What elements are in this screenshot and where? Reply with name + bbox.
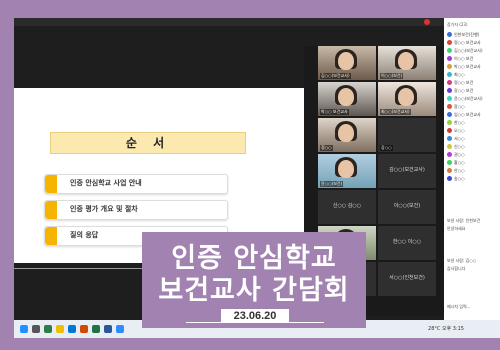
agenda-marker-icon — [45, 227, 57, 245]
record-indicator-icon — [424, 19, 430, 25]
avatar — [447, 160, 452, 165]
agenda-marker-icon — [45, 201, 57, 219]
participant-row[interactable]: 정○○ 보건 — [447, 80, 497, 86]
avatar — [447, 32, 452, 37]
video-tile[interactable]: 서○○(인천보건) — [378, 262, 436, 296]
app-icon[interactable] — [44, 325, 52, 333]
slide-title: 순 서 — [50, 132, 246, 154]
excel-icon[interactable] — [92, 325, 100, 333]
avatar — [447, 176, 452, 181]
participant-row[interactable]: 안○○ — [447, 168, 497, 174]
participant-row[interactable]: 인천보건(진행) — [447, 32, 497, 38]
participant-row[interactable]: 오○○ — [447, 128, 497, 134]
word-icon[interactable] — [104, 325, 112, 333]
avatar — [447, 40, 452, 45]
video-tile[interactable]: 이○○(보건) — [378, 190, 436, 224]
agenda-label: 인증 안심학교 사업 안내 — [70, 179, 142, 187]
start-icon[interactable] — [20, 325, 28, 333]
avatar — [447, 144, 452, 149]
agenda-label: 질의 응답 — [70, 231, 99, 239]
banner-date: 23.06.20 — [221, 309, 289, 323]
panel-header: 참가자 (23) — [447, 22, 468, 27]
chat-meta: 보낸 사람: 인천보건 — [447, 218, 481, 223]
zoom-icon[interactable] — [116, 325, 124, 333]
chat-input[interactable]: 메시지 입력... — [447, 304, 471, 310]
video-tile[interactable]: 강○○ — [378, 118, 436, 152]
search-icon[interactable] — [32, 325, 40, 333]
participants-panel: 참가자 (23) 인천보건(진행) 정○○ 보건교사 김○○(보건교사) 이○○… — [444, 18, 500, 338]
avatar — [447, 152, 452, 157]
avatar — [447, 104, 452, 109]
participant-row[interactable]: 임○○ 보건교사 — [447, 112, 497, 118]
avatar — [447, 120, 452, 125]
avatar — [447, 136, 452, 141]
participant-row[interactable]: 신○○ — [447, 144, 497, 150]
avatar — [447, 88, 452, 93]
video-tile[interactable]: 박○○ 보건교사 — [318, 82, 376, 116]
edge-icon[interactable] — [68, 325, 76, 333]
powerpoint-icon[interactable] — [80, 325, 88, 333]
avatar — [447, 72, 452, 77]
video-tile[interactable]: 김○○(보건교사) — [378, 154, 436, 188]
participant-row[interactable]: 장○○ — [447, 104, 497, 110]
folder-icon[interactable] — [56, 325, 64, 333]
slide-divider — [14, 268, 144, 269]
avatar — [447, 168, 452, 173]
agenda-label: 인증 평가 개요 및 절차 — [70, 205, 138, 213]
video-tile[interactable]: 김○○(보건교사) — [318, 46, 376, 80]
avatar — [447, 112, 452, 117]
chat-meta: 보낸 사람: 김○○ — [447, 258, 477, 263]
avatar — [447, 64, 452, 69]
video-tile[interactable]: 정○○ — [318, 118, 376, 152]
video-tile[interactable]: 최○○(보건교사) — [378, 82, 436, 116]
banner-title-line2: 보건교사 간담회 — [158, 275, 350, 306]
participant-row[interactable]: 송○○ — [447, 176, 497, 182]
participant-row[interactable]: 한○○ — [447, 120, 497, 126]
participant-row[interactable]: 윤○○(보건교사) — [447, 96, 497, 102]
video-tile[interactable]: 윤○○(보건) — [318, 154, 376, 188]
participant-row[interactable]: 박○○ 보건교사 — [447, 64, 497, 70]
avatar — [447, 80, 452, 85]
video-tile[interactable]: 신○○ 김○○ — [318, 190, 376, 224]
participant-row[interactable]: 김○○(보건교사) — [447, 48, 497, 54]
video-tile[interactable]: 이○○(보건) — [378, 46, 436, 80]
system-clock: 28°C 오후 3:15 — [428, 326, 464, 332]
agenda-marker-icon — [45, 175, 57, 193]
chat-message: 안녕하세요 — [447, 226, 466, 231]
agenda-item-2: 인증 평가 개요 및 절차 — [44, 200, 228, 220]
participant-row[interactable]: 황○○ — [447, 160, 497, 166]
participant-row[interactable]: 이○○ 보건 — [447, 56, 497, 62]
chat-message: 감사합니다 — [447, 266, 466, 271]
avatar — [447, 56, 452, 61]
participant-row[interactable]: 서○○ — [447, 136, 497, 142]
video-tile[interactable]: 한○○ 이○○ — [378, 226, 436, 260]
participant-row[interactable]: 정○○ 보건교사 — [447, 40, 497, 46]
participant-row[interactable]: 권○○ — [447, 152, 497, 158]
agenda-item-1: 인증 안심학교 사업 안내 — [44, 174, 228, 194]
participant-row[interactable]: 강○○ 보건 — [447, 88, 497, 94]
participant-row[interactable]: 최○○ — [447, 72, 497, 78]
avatar — [447, 48, 452, 53]
window-topbar — [14, 18, 444, 26]
avatar — [447, 128, 452, 133]
avatar — [447, 96, 452, 101]
